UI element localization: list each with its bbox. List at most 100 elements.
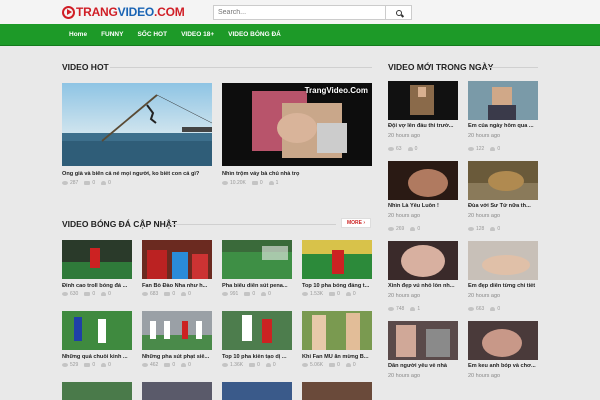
search-input[interactable] <box>213 5 386 20</box>
video-time: 20 hours ago <box>468 213 501 219</box>
video-thumbnail[interactable] <box>302 240 372 279</box>
video-title[interactable]: Em keu anh bóp và chơ... <box>468 363 538 369</box>
heart-icon <box>490 306 496 311</box>
comment-icon <box>249 362 256 367</box>
video-thumbnail[interactable] <box>142 382 212 400</box>
nav-soc-hot[interactable]: SỐC HOT <box>130 24 174 46</box>
search-form <box>213 5 412 20</box>
video-thumbnail[interactable] <box>62 311 132 350</box>
video-thumbnail[interactable] <box>62 83 212 166</box>
video-title[interactable]: Nhìn trộm váy bà chủ nhà trọ <box>222 171 372 177</box>
section-title-hot: VIDEO HOT <box>62 62 109 72</box>
video-thumbnail[interactable] <box>468 321 538 360</box>
video-thumbnail[interactable] <box>62 382 132 400</box>
video-thumbnail[interactable]: TrangVideo.Com <box>222 83 372 166</box>
nav-video-18[interactable]: VIDEO 18+ <box>174 24 221 46</box>
video-title[interactable]: Top 10 pha kiến tạo dị ... <box>222 354 292 360</box>
heart-icon <box>407 146 413 151</box>
video-title[interactable]: Đùa với Sư Tử nữa th... <box>468 203 538 209</box>
eye-icon <box>62 291 68 296</box>
video-title[interactable]: Dẫn người yêu về nhà <box>388 363 458 369</box>
eye-icon <box>62 180 68 185</box>
video-thumbnail[interactable] <box>222 382 292 400</box>
video-stats: 630 0 0 <box>62 291 111 297</box>
heart-icon <box>181 291 187 296</box>
video-title[interactable]: Top 10 pha bóng đáng t... <box>302 283 372 289</box>
nav-home[interactable]: Home <box>62 24 94 46</box>
video-title[interactable]: Pha biểu diễn sút pena... <box>222 283 292 289</box>
video-title[interactable]: Fan Bồ Đào Nha như h... <box>142 283 212 289</box>
video-title[interactable]: Ông già và biển cả né mọi người, ko biết… <box>62 171 212 177</box>
eye-icon <box>468 306 474 311</box>
more-button[interactable]: MORE › <box>341 218 371 228</box>
video-thumbnail[interactable] <box>388 321 458 360</box>
heart-icon <box>410 306 416 311</box>
eye-icon <box>468 146 474 151</box>
video-thumbnail[interactable] <box>142 311 212 350</box>
hot-video-card[interactable]: TrangVideo.Com Nhìn trộm váy bà chủ nhà … <box>222 83 372 188</box>
heart-icon <box>410 226 416 231</box>
comment-icon <box>84 291 91 296</box>
video-thumbnail[interactable] <box>222 311 292 350</box>
nav-funny[interactable]: FUNNY <box>94 24 130 46</box>
video-thumbnail[interactable] <box>388 161 458 200</box>
video-thumbnail[interactable] <box>302 311 372 350</box>
video-title[interactable]: Em đẹp diễn từng chi tiết <box>468 283 538 289</box>
video-title[interactable]: Đỉnh cao troll bóng đá ... <box>62 283 132 289</box>
eye-icon <box>388 146 394 151</box>
video-thumbnail[interactable] <box>388 81 458 120</box>
eye-icon <box>222 362 228 367</box>
video-stats: 128 0 <box>468 226 500 232</box>
comment-icon <box>84 362 91 367</box>
video-thumbnail[interactable] <box>468 241 538 280</box>
heart-icon <box>268 180 274 185</box>
play-icon <box>62 5 75 19</box>
section-title-football: VIDEO BÓNG ĐÁ CẬP NHẬT <box>62 219 178 229</box>
section-title-latest: VIDEO MỚI TRONG NGÀY <box>388 62 494 72</box>
video-title[interactable]: Em của ngày hôm qua ... <box>468 123 538 129</box>
video-time: 20 hours ago <box>468 373 501 379</box>
heart-icon <box>265 362 271 367</box>
eye-icon <box>222 180 228 185</box>
video-thumbnail[interactable] <box>388 241 458 280</box>
heart-icon <box>490 226 496 231</box>
search-button[interactable] <box>386 5 412 20</box>
video-title[interactable]: Những pha sút phạt siê... <box>142 354 212 360</box>
heart-icon <box>345 291 351 296</box>
site-logo[interactable]: TRANGVIDEO.COM <box>62 4 185 20</box>
video-thumbnail[interactable] <box>302 382 372 400</box>
hot-video-card[interactable]: Ông già và biển cả né mọi người, ko biết… <box>62 83 212 188</box>
video-thumbnail[interactable] <box>468 161 538 200</box>
video-time: 20 hours ago <box>388 293 421 299</box>
heart-icon <box>101 291 107 296</box>
video-title[interactable]: Những quả chuối kinh ... <box>62 354 132 360</box>
video-title[interactable]: Đội vợ lên đầu thi trườ... <box>388 123 458 129</box>
video-stats: 287 0 0 <box>62 180 111 186</box>
video-stats: 683 0 0 <box>142 291 191 297</box>
eye-icon <box>468 226 474 231</box>
heart-icon <box>490 146 496 151</box>
eye-icon <box>388 306 394 311</box>
video-time: 20 hours ago <box>468 293 501 299</box>
comment-icon <box>251 180 258 185</box>
video-thumbnail[interactable] <box>62 240 132 279</box>
video-stats: 5.06K 0 0 <box>302 362 356 368</box>
eye-icon <box>302 362 308 367</box>
heart-icon <box>101 180 107 185</box>
eye-icon <box>62 362 68 367</box>
nav-video-bong-da[interactable]: VIDEO BÓNG ĐÁ <box>221 24 288 46</box>
comment-icon <box>84 180 91 185</box>
video-stats: 529 0 0 <box>62 362 111 368</box>
video-thumbnail[interactable] <box>222 240 292 279</box>
video-title[interactable]: Khi Fan MU ăn mừng B... <box>302 354 372 360</box>
top-bar: TRANGVIDEO.COM <box>0 0 600 24</box>
video-thumbnail[interactable] <box>468 81 538 120</box>
heart-icon <box>345 362 351 367</box>
video-thumbnail[interactable] <box>142 240 212 279</box>
eye-icon <box>142 291 148 296</box>
video-title[interactable]: Xinh đẹp vú nhỏ lồn nh... <box>388 283 458 289</box>
heart-icon <box>261 291 267 296</box>
video-title[interactable]: Nhìn Là Yêu Luôn ! <box>388 203 458 209</box>
comment-icon <box>329 362 336 367</box>
divider <box>110 67 372 68</box>
